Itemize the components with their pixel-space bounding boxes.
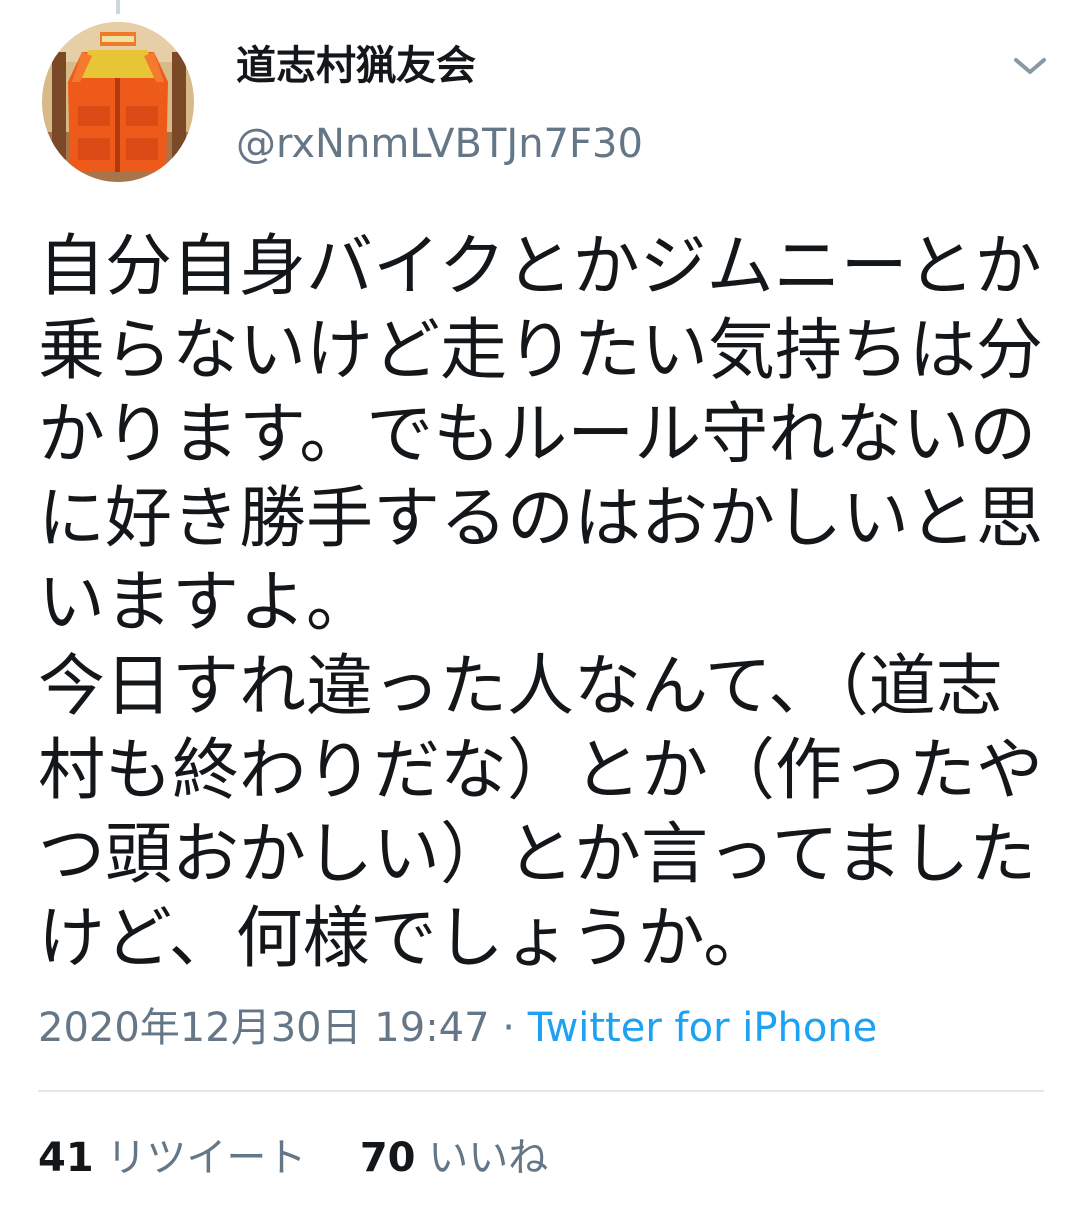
tweet-text-line: 自分自身バイクとかジムニーとか (38, 227, 1042, 305)
meta-separator: · (489, 1005, 528, 1051)
likes-count: 70 (359, 1135, 416, 1181)
retweets-stat[interactable]: 41 リツイート (38, 1130, 306, 1186)
tweet-text-line: かります。でもルール守れないの (38, 395, 1037, 473)
source-link[interactable]: Twitter for iPhone (528, 1005, 878, 1051)
tweet-text-line: 村も終わりだな）とか（作ったや (38, 731, 1043, 809)
tweet-text-line: 今日すれ違った人なんて、（道志 (38, 647, 1003, 725)
divider (38, 1090, 1044, 1092)
chevron-down-icon[interactable] (1008, 48, 1052, 84)
user-handle[interactable]: @rxNnmLVBTJn7F30 (236, 116, 643, 172)
tweet-text-line: つ頭おかしい）とか言ってました (38, 815, 1037, 893)
retweets-label: リツイート (106, 1135, 307, 1181)
hunting-vest-image (42, 22, 194, 182)
thread-connector-line (116, 0, 120, 14)
engagement-stats: 41 リツイート 70 いいね (38, 1130, 548, 1186)
tweet-text-line: けど、何様でしょうか。 (38, 899, 771, 977)
avatar[interactable] (42, 22, 194, 182)
tweet-meta: 2020年12月30日 19:47 · Twitter for iPhone (38, 1000, 877, 1056)
tweet-text-line: 乗らないけど走りたい気持ちは分 (38, 311, 1043, 389)
tweet-text: 自分自身バイクとかジムニーとか 乗らないけど走りたい気持ちは分 かります。でもル… (38, 224, 1043, 980)
tweet-text-line: いますよ。 (38, 563, 373, 641)
likes-label: いいね (428, 1135, 549, 1181)
timestamp[interactable]: 2020年12月30日 19:47 (38, 1005, 490, 1051)
display-name[interactable]: 道志村猟友会 (236, 38, 476, 94)
tweet-text-line: に好き勝手するのはおかしいと思 (38, 479, 1043, 557)
likes-stat[interactable]: 70 いいね (360, 1130, 548, 1186)
retweets-count: 41 (38, 1135, 94, 1181)
